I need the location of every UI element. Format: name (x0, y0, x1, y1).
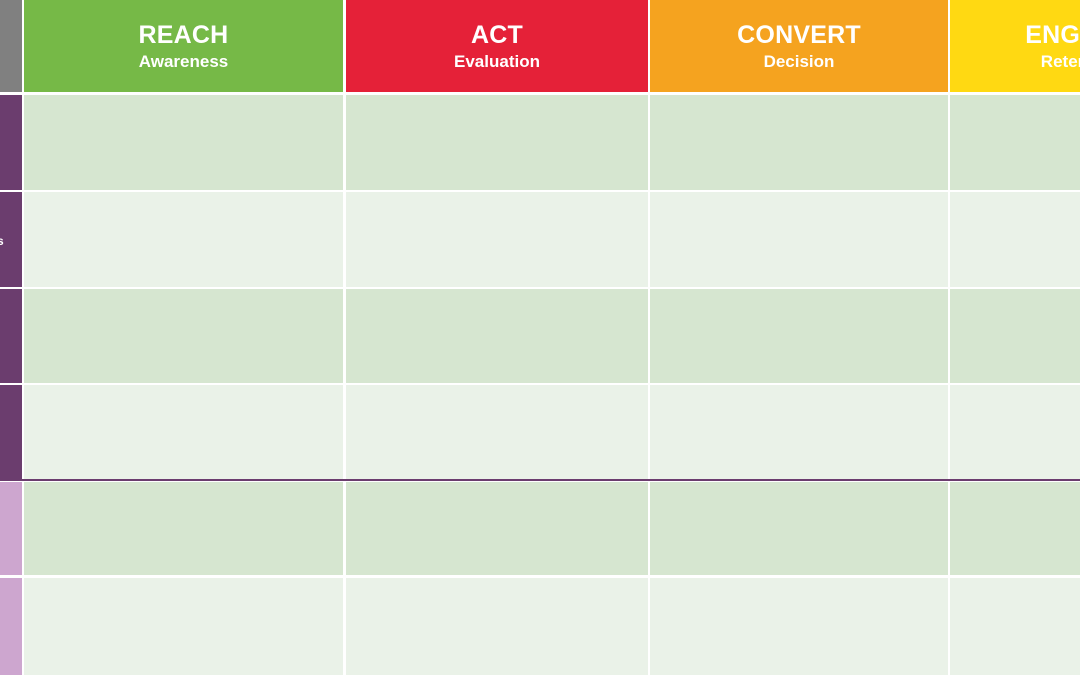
row-header-3 (0, 289, 22, 383)
grid-cell[interactable] (24, 192, 343, 287)
row-header-6 (0, 578, 22, 675)
grid-cell[interactable] (346, 578, 648, 675)
grid-cell[interactable] (24, 482, 343, 575)
grid-cell[interactable] (346, 95, 648, 190)
grid-cell[interactable] (650, 482, 948, 575)
stage-subtitle: Decision (763, 51, 835, 71)
stage-header-act: ACT Evaluation (346, 0, 648, 92)
grid-cell[interactable] (950, 385, 1080, 479)
row-header-4 (0, 385, 22, 479)
grid-cell[interactable] (24, 289, 343, 383)
stage-header-convert: CONVERT Decision (650, 0, 948, 92)
row-header-5 (0, 482, 22, 575)
grid-cell[interactable] (650, 578, 948, 675)
grid-cell[interactable] (346, 192, 648, 287)
corner-cell (0, 0, 22, 92)
stage-header-engage: ENGAGE Retention (950, 0, 1080, 92)
grid-cell[interactable] (950, 289, 1080, 383)
stage-title: REACH (138, 20, 229, 49)
grid-cell[interactable] (650, 289, 948, 383)
grid-cell[interactable] (346, 482, 648, 575)
grid-cell[interactable] (650, 385, 948, 479)
grid-cell[interactable] (346, 385, 648, 479)
row-label-fragment: s (0, 234, 4, 248)
stage-header-reach: REACH Awareness (24, 0, 343, 92)
stage-subtitle: Evaluation (454, 51, 540, 71)
row-header-1 (0, 95, 22, 190)
grid-cell[interactable] (24, 95, 343, 190)
grid-cell[interactable] (24, 578, 343, 675)
group-divider (0, 479, 1080, 481)
stage-title: CONVERT (737, 20, 861, 49)
grid-cell[interactable] (950, 578, 1080, 675)
grid-cell[interactable] (650, 95, 948, 190)
stage-subtitle: Awareness (138, 51, 229, 71)
stage-title: ENGAGE (1025, 20, 1080, 49)
grid-cell[interactable] (950, 192, 1080, 287)
stage-title: ACT (471, 20, 523, 49)
grid-cell[interactable] (650, 192, 948, 287)
grid-cell[interactable] (24, 385, 343, 479)
grid-cell[interactable] (950, 95, 1080, 190)
stage-subtitle: Retention (1040, 51, 1080, 71)
grid-cell[interactable] (950, 482, 1080, 575)
grid-cell[interactable] (346, 289, 648, 383)
